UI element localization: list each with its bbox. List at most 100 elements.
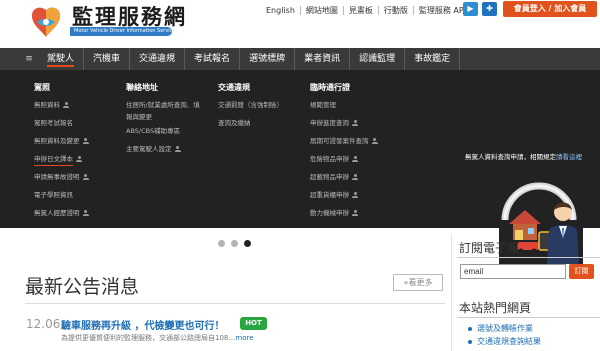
tab-about-supervision[interactable]: 認識監理 [350,48,406,70]
menu-item[interactable]: 危險物品申辦 [310,153,378,165]
menu-item[interactable]: 超載物品申辦 [310,171,378,183]
mega-menu: 駕照 無照資料 駕照考試報名 無照資料及變更 申辦日文譯本 申請無事故證明 電子… [0,70,600,264]
member-icon [352,210,358,216]
news-summary: 為提供更優質便利的監理服務，交通部公路總局自108…more [61,333,254,343]
menu-item-label: 無駕人經歷證明 [34,209,80,217]
hot-badge: HOT [240,317,267,330]
member-icon [352,156,358,162]
menu-item[interactable]: 查詢及繳納 [218,117,283,129]
subscribe-button[interactable]: 訂閱 [569,264,594,279]
menu-column-temporary-pass: 臨時通行證 規範管理 申辦進度查詢 屆期可證發案件查詢 危險物品申辦 超載物品申… [310,82,378,225]
menu-item[interactable]: 無照資料 [34,99,89,111]
more-news-button[interactable]: »看更多 [393,274,443,291]
menu-item[interactable]: 無照資料及變更 [34,135,89,147]
promo-text-label: 無駕人資料查詢申請，相關規定 [465,153,556,161]
menu-item[interactable]: ABS/CBS補助專區 [126,125,206,137]
popular-page-link[interactable]: 選號及轉帳作業 [468,322,541,335]
member-icon [352,174,358,180]
tab-vehicle[interactable]: 汽機車 [84,48,131,70]
english-link[interactable]: English [262,5,301,15]
menu-item[interactable]: 主要駕駛人設定 [126,143,206,155]
board-link[interactable]: 見畫板 [344,5,379,15]
menu-item-label: 規範管理 [310,101,336,109]
member-icon [76,156,82,162]
menu-item[interactable]: 交通罰鍰（含強制險） [218,99,283,111]
menu-item-label: 申辦進度查詢 [310,119,349,127]
promo-link[interactable]: 請看這裡 [556,153,582,161]
sitemap-link[interactable]: 網站地圖 [301,5,344,15]
menu-item-label: 動力機械申辦 [310,209,349,217]
main-nav: ≡ 駕駛人 汽機車 交通違規 考試報名 選號標牌 業者資訊 認識監理 事故鑑定 [0,48,600,70]
menu-item-label: 無照資料及變更 [34,137,80,145]
popular-page-link[interactable]: 交通違規查詢結果 [468,335,541,348]
tab-driver[interactable]: 駕駛人 [38,48,85,70]
promo-text: 無駕人資料查詢申請，相關規定請看這裡 [465,152,593,162]
menu-item[interactable]: 動力機械申辦 [310,207,378,219]
member-icon [82,210,89,216]
menu-item[interactable]: 屆期可證發案件查詢 [310,135,378,147]
member-icon [82,174,89,180]
menu-heading[interactable]: 臨時通行證 [310,82,378,93]
divider [457,257,600,258]
logo-subtitle: Motor Vehicle Driver Information Service [70,27,172,36]
menu-item-label: 申辦日文譯本 [34,153,73,166]
menu-column-address: 聯絡地址 住居所/就業處所查詢、填報與變更 ABS/CBS補助專區 主要駕駛人設… [126,82,206,161]
carousel-dot[interactable] [218,240,225,247]
menu-heading[interactable]: 聯絡地址 [126,82,206,93]
menu-item[interactable]: 電子學照資訊 [34,189,89,201]
read-more-link[interactable]: more [235,334,253,342]
menu-item-label: 查詢及繳納 [218,119,251,127]
member-icon [82,138,89,144]
menu-item-label: 超載物品申辦 [310,173,349,181]
mobile-version-link[interactable]: 行動版 [379,5,414,15]
menu-heading[interactable]: 交通違規 [218,82,283,93]
menu-item[interactable]: 規範管理 [310,99,378,111]
menu-item-label: 危險物品申辦 [310,155,349,163]
menu-item-label: 電子學照資訊 [34,191,73,199]
carousel-dot[interactable] [231,240,238,247]
member-icon [174,146,181,152]
member-icon [371,138,378,144]
tab-driver-label: 駕駛人 [47,54,75,67]
menu-column-license: 駕照 無照資料 駕照考試報名 無照資料及變更 申辦日文譯本 申請無事故證明 電子… [34,82,89,225]
tab-exam-registration[interactable]: 考試報名 [185,48,241,70]
tab-business-info[interactable]: 業者資訊 [295,48,351,70]
promo-notice: 無駕人資料查詢申請，相關規定請看這裡 [465,152,593,162]
menu-item[interactable]: 超重貨櫃申辦 [310,189,378,201]
carousel-dot-active[interactable] [244,240,251,247]
tab-plate-selection[interactable]: 選號標牌 [240,48,296,70]
utility-links: English 網站地圖 見畫板 行動版 監理服務 APP [262,4,474,16]
menu-item-label: 主要駕駛人設定 [126,145,172,153]
member-icon [352,192,358,198]
menu-item[interactable]: 駕照考試報名 [34,117,89,129]
newsletter-title: 訂閱電子報 [459,241,520,255]
google-play-icon[interactable]: ▶ [463,2,478,16]
news-headline-link[interactable]: 驗車服務再升級 ，代檢變更也可行！ [61,317,224,332]
menu-item[interactable]: 申辦日文譯本 [34,153,89,166]
menu-item[interactable]: 申請無事故證明 [34,171,89,183]
popular-pages-list: 選號及轉帳作業 交通違規查詢結果 [468,322,541,348]
menu-item-label: 住居所/就業處所查詢、填報與變更 [126,101,200,121]
menu-heading[interactable]: 駕照 [34,82,89,93]
email-field[interactable] [460,264,566,279]
logo-icon[interactable] [28,4,64,40]
menu-item-label: 屆期可證發案件查詢 [310,137,369,145]
news-date: 12.06 [26,317,61,331]
member-icon [352,120,358,126]
site-header: 監理服務網 Motor Vehicle Driver Information S… [0,0,600,46]
tab-traffic-violation[interactable]: 交通違規 [130,48,186,70]
divider [457,317,600,318]
news-summary-text: 為提供更優質便利的監理服務，交通部公路總局自108… [61,334,236,342]
menu-icon[interactable]: ≡ [20,54,38,64]
menu-item[interactable]: 住居所/就業處所查詢、填報與變更 [126,99,206,123]
chrome-app-icon[interactable]: ✚ [482,2,497,16]
member-icon [63,102,69,108]
divider [25,303,445,304]
tab-accident-appraisal[interactable]: 事故鑑定 [405,48,461,70]
menu-item-label: 駕照考試報名 [34,119,73,127]
menu-item[interactable]: 申辦進度查詢 [310,117,378,129]
menu-item-label: ABS/CBS補助專區 [126,127,181,135]
login-register-button[interactable]: 會員登入 / 加入會員 [503,1,597,17]
menu-item[interactable]: 無駕人經歷證明 [34,207,89,219]
menu-column-violation: 交通違規 交通罰鍰（含強制險） 查詢及繳納 [218,82,283,135]
